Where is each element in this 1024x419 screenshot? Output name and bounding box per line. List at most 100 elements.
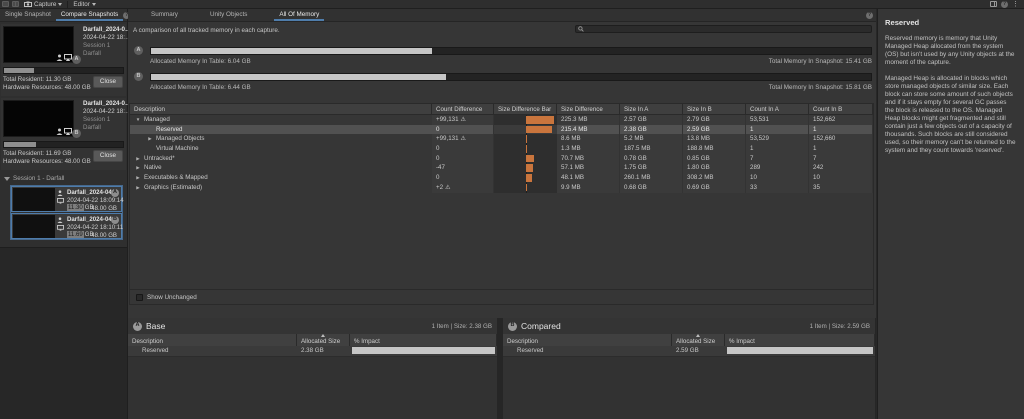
tab-all-of-memory[interactable]: All Of Memory [274, 9, 325, 21]
size-difference-bar [525, 145, 527, 153]
details-paragraph: Managed Heap is allocated in blocks whic… [885, 75, 1016, 154]
table-row[interactable]: ▶ Executables & Mapped 0⚠ 48.1 MB 260.1 … [130, 173, 873, 183]
snapshot-card-b[interactable]: B Darfall_2024-0… 2024-04-22 18:… Sessio… [1, 98, 128, 170]
table-row[interactable]: Reserved 2.38 GB [128, 346, 497, 356]
count-difference-value: +99,131 [436, 116, 459, 123]
total-memory-label: Total Memory In Snapshot: 15.81 GB [768, 84, 872, 91]
expander-icon[interactable]: ▶ [146, 134, 154, 144]
impact-bar [352, 347, 495, 354]
table-row[interactable]: Reserved 2.59 GB [503, 346, 875, 356]
window-controls: ? ⋮ [990, 0, 1022, 8]
expander-icon[interactable]: ▶ [134, 183, 142, 193]
column-count-in-a[interactable]: Count In A [746, 104, 809, 115]
size-in-b-value: 0.85 GB [683, 153, 746, 164]
target-selector[interactable]: Editor [71, 1, 97, 8]
chevron-down-icon [58, 2, 63, 6]
layout-icon[interactable] [12, 1, 19, 7]
details-panel-toggle-icon[interactable] [990, 1, 997, 7]
row-description: Reserved [142, 347, 169, 354]
snapshots-sidebar: Single Snapshot Compare Snapshots ? A Da… [0, 9, 131, 419]
count-in-b-value: 1 [809, 144, 873, 154]
capture-button[interactable]: Capture [22, 1, 64, 8]
close-snapshot-button[interactable]: Close [92, 76, 123, 88]
size-difference-value: 48.1 MB [557, 173, 620, 183]
size-difference-value: 8.6 MB [557, 134, 620, 145]
size-difference-bar [525, 116, 554, 124]
compared-panel-summary: 1 Item | Size: 2.59 GB [809, 322, 870, 330]
resident-size: 11.69 GB [67, 231, 94, 238]
size-difference-bar [525, 135, 527, 143]
size-difference-bar [525, 125, 553, 134]
count-in-b-value: 1 [809, 124, 873, 135]
help-icon[interactable]: ? [1001, 0, 1008, 8]
snapshot-list-item-b[interactable]: Darfall_2024-04… B 2024-04-22 18:10:11 1… [11, 213, 123, 239]
total-resident-stat: Total Resident: 11.30 GB [3, 76, 72, 83]
sidebar-tabbar: Single Snapshot Compare Snapshots ? [0, 9, 131, 22]
column-count-in-b[interactable]: Count In B [809, 104, 873, 115]
impact-bar [727, 347, 873, 354]
search-input[interactable] [575, 25, 872, 33]
expander-icon[interactable]: ▶ [134, 163, 142, 173]
view-description: A comparison of all tracked memory in ea… [133, 27, 280, 34]
table-row[interactable]: Virtual Machine 0⚠ 1.3 MB 187.5 MB 188.8… [130, 144, 873, 154]
show-unchanged-checkbox[interactable] [136, 293, 143, 301]
table-row[interactable]: ▼ Managed +99,131 ⚠ 225.3 MB 2.57 GB 2.79… [130, 115, 873, 125]
window-icon[interactable] [2, 1, 9, 7]
size-in-b-value: 308.2 MB [683, 173, 746, 183]
column-count-difference[interactable]: Count Difference [432, 104, 494, 115]
tab-compare-snapshots[interactable]: Compare Snapshots [55, 9, 124, 21]
size-difference-bar [525, 164, 533, 172]
row-description: Executables & Mapped [144, 174, 208, 182]
table-row[interactable]: ▶ Untracked* 0⚠ 70.7 MB 0.78 GB 0.85 GB … [130, 153, 873, 164]
column-description[interactable]: Description [130, 104, 432, 115]
size-difference-bar [525, 174, 532, 182]
count-difference-value: 0 [436, 125, 440, 133]
snapshot-thumbnail [3, 100, 74, 137]
tab-single-snapshot[interactable]: Single Snapshot [0, 9, 56, 21]
column-allocated-size[interactable]: Allocated Size [297, 334, 350, 346]
column-size-in-a[interactable]: Size In A [620, 104, 683, 115]
column-impact[interactable]: % Impact [725, 334, 875, 346]
column-impact[interactable]: % Impact [350, 334, 497, 346]
session-group-header[interactable]: Session 1 - Darfall [4, 175, 127, 182]
memory-profiler-window: { "toolbar": { "capture": "Capture", "ed… [0, 0, 1024, 419]
snapshot-list-item-a[interactable]: Darfall_2024-04… A 2024-04-22 18:09:14 1… [11, 186, 124, 212]
close-snapshot-button[interactable]: Close [92, 150, 123, 162]
size-in-b-value: 2.79 GB [683, 115, 746, 125]
size-difference-value: 57.1 MB [557, 163, 620, 174]
base-panel-title: Base [146, 321, 166, 331]
table-row[interactable]: Reserved 0⚠ 215.4 MB 2.38 GB 2.59 GB 1 1 [130, 124, 873, 135]
tab-unity-objects[interactable]: Unity Objects [205, 9, 252, 21]
size-in-b-value: 0.69 GB [683, 182, 746, 193]
snapshot-session: Session 1 [83, 116, 111, 123]
column-size-difference-bar[interactable]: Size Difference Bar [494, 104, 557, 115]
breakdown-panels: A Base 1 Item | Size: 2.38 GB Descriptio… [128, 318, 876, 419]
view-help-icon[interactable]: ? [866, 11, 873, 19]
snapshot-meta: Darfall_2024-0… 2024-04-22 18:… Session … [83, 26, 128, 58]
tab-summary[interactable]: Summary [146, 9, 183, 21]
table-row[interactable]: ▶ Managed Objects +99,131 ⚠ 8.6 MB 5.2 MB… [130, 134, 873, 145]
count-warning-icon: ⚠ [460, 136, 466, 143]
snapshot-card-a[interactable]: A Darfall_2024-0… 2024-04-22 18:… Sessio… [1, 24, 128, 96]
count-in-a-value: 7 [746, 153, 809, 164]
snapshot-date: 2024-04-22 18:… [83, 34, 128, 41]
kebab-menu-icon[interactable]: ⋮ [1012, 1, 1019, 8]
expander-icon[interactable]: ▶ [134, 173, 142, 183]
expander-icon[interactable]: ▼ [134, 115, 142, 125]
column-description[interactable]: Description [128, 334, 297, 346]
expander-icon[interactable]: ▶ [134, 154, 142, 164]
column-size-in-b[interactable]: Size In B [683, 104, 746, 115]
table-row[interactable]: ▶ Graphics (Estimated) +2 ⚠ 9.9 MB 0.68 G… [130, 182, 873, 193]
column-size-difference[interactable]: Size Difference [557, 104, 620, 115]
snapshot-project: Darfall [83, 50, 101, 57]
table-row[interactable]: ▶ Native -47⚠ 57.1 MB 1.75 GB 1.80 GB 28… [130, 163, 873, 174]
count-in-b-value: 10 [809, 173, 873, 183]
memory-table-body: ▼ Managed +99,131 ⚠ 225.3 MB 2.57 GB 2.79… [130, 115, 873, 193]
column-description[interactable]: Description [503, 334, 672, 346]
count-in-a-value: 289 [746, 163, 809, 174]
column-allocated-size[interactable]: Allocated Size [672, 334, 725, 346]
chevron-down-icon [91, 2, 96, 6]
resident-size: 11.30 GB [67, 204, 94, 211]
hardware-resources-stat: Hardware Resources: 48.00 GB [3, 158, 91, 165]
snapshot-datetime: 2024-04-22 18:09:14 [67, 197, 124, 204]
